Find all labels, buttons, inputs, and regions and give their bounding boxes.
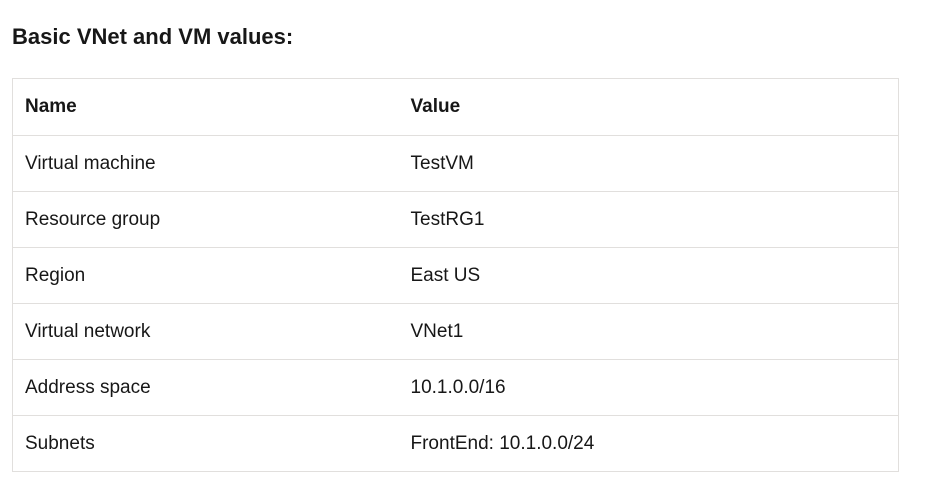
table-row: Virtual machine TestVM: [12, 135, 899, 192]
row-value-cell: TestVM: [398, 135, 899, 192]
table-row: Resource group TestRG1: [12, 191, 899, 248]
vnet-vm-values-table: Name Value Virtual machine TestVM Resour…: [12, 78, 899, 472]
row-name-cell: Region: [12, 247, 399, 304]
row-value-cell: 10.1.0.0/16: [398, 359, 899, 416]
row-name-cell: Subnets: [12, 415, 399, 472]
table-row: Virtual network VNet1: [12, 303, 899, 360]
table-header-row: Name Value: [12, 78, 899, 136]
section-heading: Basic VNet and VM values:: [12, 24, 294, 49]
row-name-cell: Resource group: [12, 191, 399, 248]
row-value-cell: FrontEnd: 10.1.0.0/24: [398, 415, 899, 472]
table-row: Address space 10.1.0.0/16: [12, 359, 899, 416]
row-value-cell: VNet1: [398, 303, 899, 360]
column-header-value: Value: [398, 78, 899, 136]
row-value-cell: TestRG1: [398, 191, 899, 248]
row-name-cell: Virtual machine: [12, 135, 399, 192]
row-value-cell: East US: [398, 247, 899, 304]
table-row: Region East US: [12, 247, 899, 304]
column-header-name: Name: [12, 78, 399, 136]
row-name-cell: Address space: [12, 359, 399, 416]
row-name-cell: Virtual network: [12, 303, 399, 360]
table-row: Subnets FrontEnd: 10.1.0.0/24: [12, 415, 899, 472]
